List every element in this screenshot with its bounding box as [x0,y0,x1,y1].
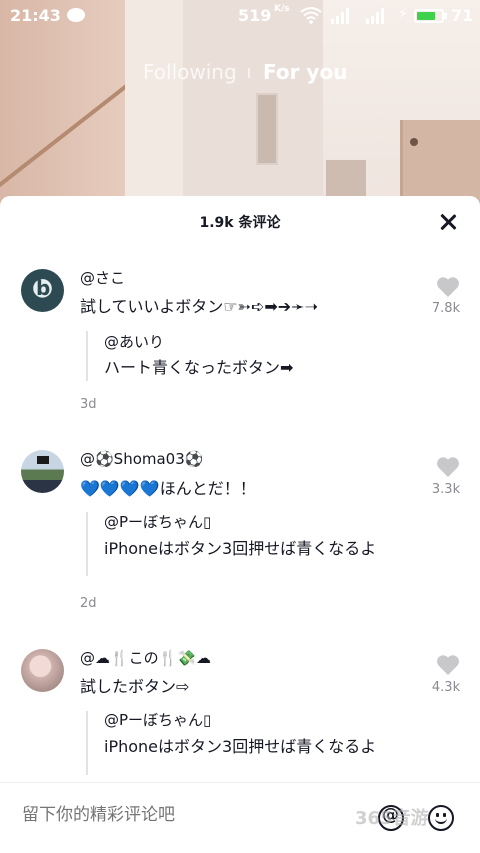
reply-username[interactable]: @あいり [104,331,164,352]
reply-username[interactable]: @Pーぼちゃん▯ [104,511,211,532]
comments-count-title: 1.9k 条评论 [199,215,281,231]
like-count: 3.3k [431,482,461,497]
emoji-eye [436,813,439,817]
avatar[interactable] [21,649,64,692]
heart-icon[interactable] [436,276,460,298]
comment-username[interactable]: @☁🍴この🍴💸☁ [80,647,211,668]
comment-date: 3d [80,397,97,412]
reply-username[interactable]: @Pーぼちゃん▯ [104,709,211,730]
battery-cap [444,13,447,19]
avatar[interactable] [21,269,64,312]
reply-text[interactable]: iPhoneはボタン3回押せば青くなるよ [104,537,394,560]
emoji-mouth [435,818,447,824]
heart-icon[interactable] [436,456,460,478]
emoji-icon[interactable] [428,805,454,831]
door [400,120,480,205]
sheet-header: 1.9k 条评论 [0,196,480,248]
emoji-eye [443,813,446,817]
status-time: 21:43 [10,6,61,25]
wifi-icon [300,7,322,24]
signal-icon [366,8,384,24]
comment-date: 2d [80,596,97,611]
like-count: 4.3k [431,680,461,695]
tab-divider [248,68,250,78]
network-speed: 519 [238,6,272,25]
close-button[interactable] [436,210,460,234]
battery-fill [417,12,436,20]
comment-text[interactable]: 💙💙💙💙ほんとだ！！ [80,475,256,499]
network-unit: K/s [274,4,290,14]
avatar[interactable] [21,450,64,493]
window [256,93,278,165]
comment-text[interactable]: 試したボタン⇨ [80,673,189,697]
battery-percent: 71 [451,6,474,25]
comments-sheet: 1.9k 条评论 @さこ 試していいよボタン☞➳➪➡➔➛➝ @あいり ハート青く… [0,196,480,853]
signal-icon [331,8,349,24]
comment-input[interactable] [22,805,342,825]
reply-text[interactable]: ハート青くなったボタン➡ [104,356,394,379]
door-knob [410,138,418,146]
message-icon [67,8,85,22]
comment-username[interactable]: @さこ [80,267,125,288]
heart-icon[interactable] [436,654,460,676]
battery-icon [414,9,444,23]
tab-following[interactable]: Following [143,60,237,84]
like-count: 7.8k [431,301,461,316]
tab-for-you[interactable]: For you [263,60,347,84]
comment-text[interactable]: 試していいよボタン☞➳➪➡➔➛➝ [80,293,318,317]
comment-username[interactable]: @⚽Shoma03⚽ [80,450,203,468]
reply-indicator [86,711,88,775]
status-bar: 21:43 519 K/s ⚡ 71 [0,0,480,32]
reply-text[interactable]: iPhoneはボタン3回押せば青くなるよ [104,735,394,758]
charging-icon: ⚡ [398,6,408,22]
watermark: 365音游 [355,808,429,829]
reply-indicator [86,512,88,576]
reply-indicator [86,331,88,381]
